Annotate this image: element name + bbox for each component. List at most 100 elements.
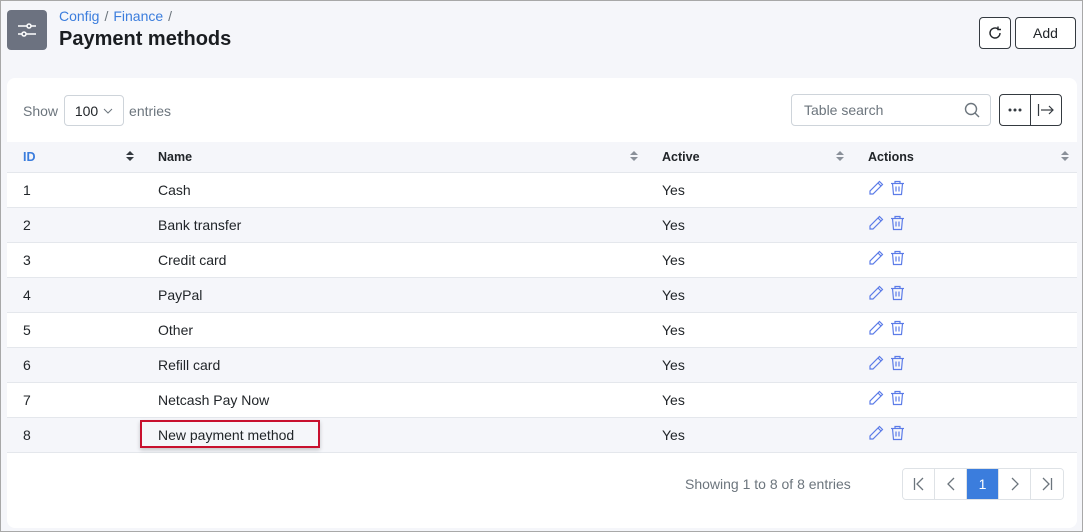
last-page-button[interactable]: [1031, 469, 1063, 499]
cell-active: Yes: [646, 347, 852, 383]
name-text: Other: [158, 321, 194, 338]
cell-name: PayPal: [142, 277, 646, 313]
cell-actions: [852, 277, 1077, 313]
cell-actions: [852, 417, 1077, 453]
delete-icon[interactable]: [890, 285, 905, 304]
table-row: 8 New payment method Yes: [7, 417, 1077, 453]
cell-name: New payment method: [140, 417, 646, 453]
add-button[interactable]: Add: [1015, 17, 1076, 49]
cell-id: 6: [7, 347, 142, 383]
cell-actions: [852, 312, 1077, 348]
sort-icon[interactable]: [126, 150, 134, 164]
edit-icon[interactable]: [868, 180, 884, 199]
column-header-actions[interactable]: Actions: [852, 142, 1077, 173]
cell-id: 8: [7, 417, 142, 453]
cell-active: Yes: [646, 242, 852, 278]
breadcrumb-separator: /: [104, 8, 109, 24]
cell-name: Credit card: [142, 242, 646, 278]
cell-name: Netcash Pay Now: [142, 382, 646, 418]
cell-active: Yes: [646, 172, 852, 208]
search-icon[interactable]: [964, 102, 980, 118]
arrow-right-to-bar-icon: [1037, 104, 1054, 116]
next-page-button[interactable]: [999, 469, 1031, 499]
breadcrumb-separator: /: [168, 8, 173, 24]
more-horizontal-icon: [1008, 108, 1022, 112]
cell-id: 3: [7, 242, 142, 278]
cell-name: Other: [142, 312, 646, 348]
sort-icon[interactable]: [1061, 150, 1069, 164]
first-page-icon: [913, 477, 923, 491]
search-input[interactable]: [804, 102, 954, 118]
sort-icon[interactable]: [836, 150, 844, 164]
name-text: New payment method: [158, 426, 295, 443]
delete-icon[interactable]: [890, 355, 905, 374]
refresh-icon: [989, 26, 1001, 39]
cell-id: 5: [7, 312, 142, 348]
cell-active: Yes: [646, 382, 852, 418]
cell-active: Yes: [646, 417, 852, 453]
delete-icon[interactable]: [890, 425, 905, 444]
page-length-value: 100: [74, 102, 99, 119]
sliders-icon: [7, 10, 47, 50]
table-row: 4 PayPal Yes: [7, 277, 1077, 313]
cell-name: Cash: [142, 172, 646, 208]
entries-label: entries: [129, 102, 172, 119]
show-label: Show: [23, 102, 59, 119]
table-tools: [999, 94, 1062, 126]
refresh-button[interactable]: [979, 17, 1011, 49]
edit-icon[interactable]: [868, 390, 884, 409]
table-row: 6 Refill card Yes: [7, 347, 1077, 383]
edit-icon[interactable]: [868, 215, 884, 234]
previous-page-button[interactable]: [935, 469, 967, 499]
name-text: Cash: [158, 181, 191, 198]
breadcrumb: Config / Finance /: [59, 8, 177, 24]
cell-id: 2: [7, 207, 142, 243]
edit-icon[interactable]: [868, 355, 884, 374]
more-options-button[interactable]: [1000, 95, 1030, 125]
edit-icon[interactable]: [868, 320, 884, 339]
cell-active: Yes: [646, 277, 852, 313]
table-info: Showing 1 to 8 of 8 entries: [685, 476, 851, 492]
table-row: 7 Netcash Pay Now Yes: [7, 382, 1077, 418]
delete-icon[interactable]: [890, 215, 905, 234]
delete-icon[interactable]: [890, 390, 905, 409]
column-header-name[interactable]: Name: [142, 142, 646, 173]
name-text: Credit card: [158, 251, 227, 268]
delete-icon[interactable]: [890, 320, 905, 339]
export-button[interactable]: [1030, 95, 1061, 125]
edit-icon[interactable]: [868, 250, 884, 269]
last-page-icon: [1042, 477, 1053, 491]
first-page-button[interactable]: [903, 469, 935, 499]
delete-icon[interactable]: [890, 250, 905, 269]
cell-actions: [852, 207, 1077, 243]
payment-methods-table: ID Name Active Actions 1 Cash Yes 2 Bank tra…: [7, 142, 1077, 453]
cell-active: Yes: [646, 312, 852, 348]
column-header-id[interactable]: ID: [7, 142, 142, 173]
cell-active: Yes: [646, 207, 852, 243]
column-header-active[interactable]: Active: [646, 142, 852, 173]
cell-id: 7: [7, 382, 142, 418]
cell-actions: [852, 382, 1077, 418]
sort-icon[interactable]: [630, 150, 638, 164]
page-length-select[interactable]: 100: [64, 95, 125, 126]
cell-actions: [852, 242, 1077, 278]
cell-actions: [852, 347, 1077, 383]
delete-icon[interactable]: [890, 180, 905, 199]
pagination: 1: [902, 468, 1064, 500]
cell-name: Bank transfer: [142, 207, 646, 243]
edit-icon[interactable]: [868, 425, 884, 444]
page-length-control: Show 100 entries: [23, 95, 171, 126]
cell-actions: [852, 172, 1077, 208]
chevron-left-icon: [946, 477, 954, 491]
page-button-current[interactable]: 1: [967, 469, 999, 499]
table-search[interactable]: [791, 94, 991, 126]
chevron-down-icon: [103, 108, 113, 114]
edit-icon[interactable]: [868, 285, 884, 304]
table-row: 5 Other Yes: [7, 312, 1077, 348]
table-header-row: ID Name Active Actions: [7, 142, 1077, 173]
breadcrumb-config[interactable]: Config: [59, 8, 99, 24]
table-row: 3 Credit card Yes: [7, 242, 1077, 278]
name-text: PayPal: [158, 286, 203, 303]
cell-id: 4: [7, 277, 142, 313]
breadcrumb-finance[interactable]: Finance: [113, 8, 163, 24]
